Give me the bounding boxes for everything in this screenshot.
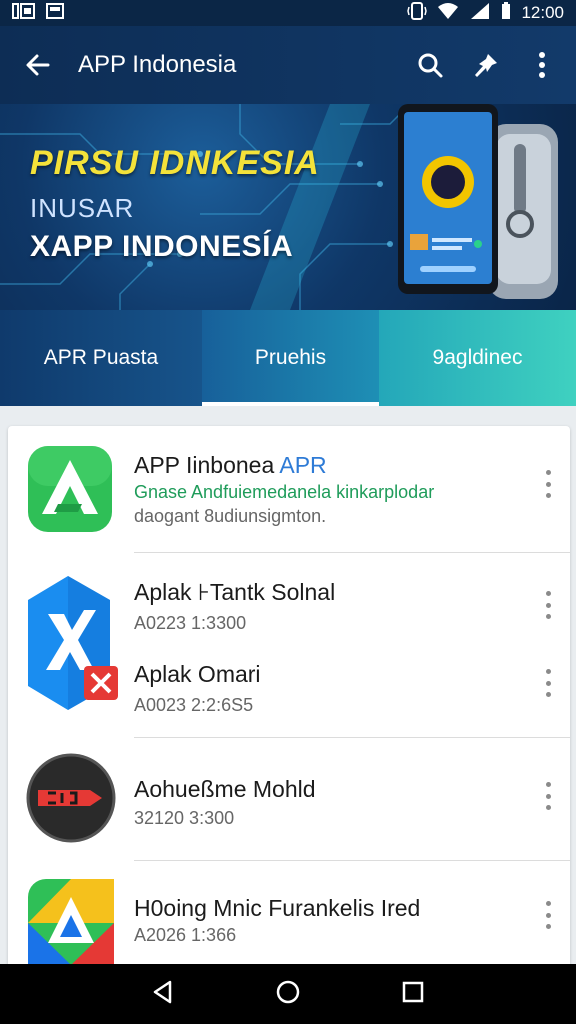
arrow-back-icon xyxy=(26,54,50,76)
banner-brand: XAPP INDONESÍA xyxy=(30,230,294,263)
sim-icon xyxy=(12,2,36,24)
status-bar: 12:00 xyxy=(0,0,576,26)
app-title: Aplak ⊦Tantk Solnal xyxy=(134,579,336,605)
signal-icon xyxy=(469,2,491,25)
tab-third[interactable]: 9agldinec xyxy=(379,310,576,406)
phone-illustration xyxy=(398,104,558,299)
notification-icon xyxy=(46,2,64,24)
pin-button[interactable] xyxy=(458,37,514,93)
battery-icon xyxy=(501,1,511,25)
pin-icon xyxy=(475,54,497,77)
app-title: Aplak Omari xyxy=(134,661,261,687)
more-vert-icon xyxy=(539,52,545,78)
app-meta: 32120 3:300 xyxy=(134,808,235,828)
triangle-back-icon xyxy=(153,980,171,1003)
tab-first[interactable]: APR Puasta xyxy=(0,310,202,406)
app-bar: APP Indonesia xyxy=(0,26,576,104)
app-title: Aohueßme Mohld xyxy=(134,776,316,802)
more-options-button[interactable] xyxy=(514,37,570,93)
item-more-button[interactable] xyxy=(538,897,558,933)
list-item[interactable]: Aohueßme Mohld 32120 3:300 xyxy=(8,738,570,860)
app-logo-green-icon xyxy=(28,446,112,532)
app-title: H0oing Mnic Furankelis Ired xyxy=(134,895,421,921)
square-recents-icon xyxy=(403,981,424,1002)
banner-subtitle: INUSAR xyxy=(30,193,135,223)
nav-home-button[interactable] xyxy=(275,979,301,1010)
app-list: APP Iinbonea APR Gnase Andfuiemedanela k… xyxy=(8,426,570,986)
app-logo-red-badge-icon xyxy=(26,753,116,843)
app-meta: A0023 2:2:6S5 xyxy=(134,695,254,715)
circle-home-icon xyxy=(276,980,300,1003)
item-more-button[interactable] xyxy=(538,466,558,502)
nav-back-button[interactable] xyxy=(150,979,176,1010)
app-meta: A2026 1:366 xyxy=(134,925,237,945)
item-more-button[interactable] xyxy=(538,778,558,814)
clock-text: 12:00 xyxy=(521,3,564,22)
system-nav-bar xyxy=(0,964,576,1024)
app-title: APP Iinbonea xyxy=(134,452,275,478)
list-item[interactable]: APP Iinbonea APR Gnase Andfuiemedanela k… xyxy=(8,426,570,552)
app-logo-multicolor-icon xyxy=(28,879,114,965)
app-title-accent: APR xyxy=(279,452,327,478)
tab-second-active[interactable]: Pruehis xyxy=(202,310,379,406)
app-description-line2: daogant 8udiunsigmton. xyxy=(134,506,327,526)
wifi-icon xyxy=(437,2,459,25)
search-icon xyxy=(418,53,443,78)
page-title: APP Indonesia xyxy=(78,51,237,78)
app-logo-blue-x-icon xyxy=(28,576,118,710)
promo-banner[interactable]: PIRSU IDNKESIA INUSAR XAPP INDONESÍA xyxy=(0,104,576,310)
banner-headline: PIRSU IDNKESIA xyxy=(30,144,320,182)
search-button[interactable] xyxy=(402,37,458,93)
app-description: Gnase Andfuiemedanela kinkarplodar xyxy=(134,482,435,502)
nav-recents-button[interactable] xyxy=(400,979,426,1010)
back-button[interactable] xyxy=(10,37,66,93)
item-more-button[interactable] xyxy=(538,587,558,623)
vibrate-icon xyxy=(407,1,428,25)
item-more-button[interactable] xyxy=(538,665,558,701)
app-meta: A0223 1:3300 xyxy=(134,613,247,633)
category-tabs: APR Puasta Pruehis 9agldinec xyxy=(0,310,576,406)
